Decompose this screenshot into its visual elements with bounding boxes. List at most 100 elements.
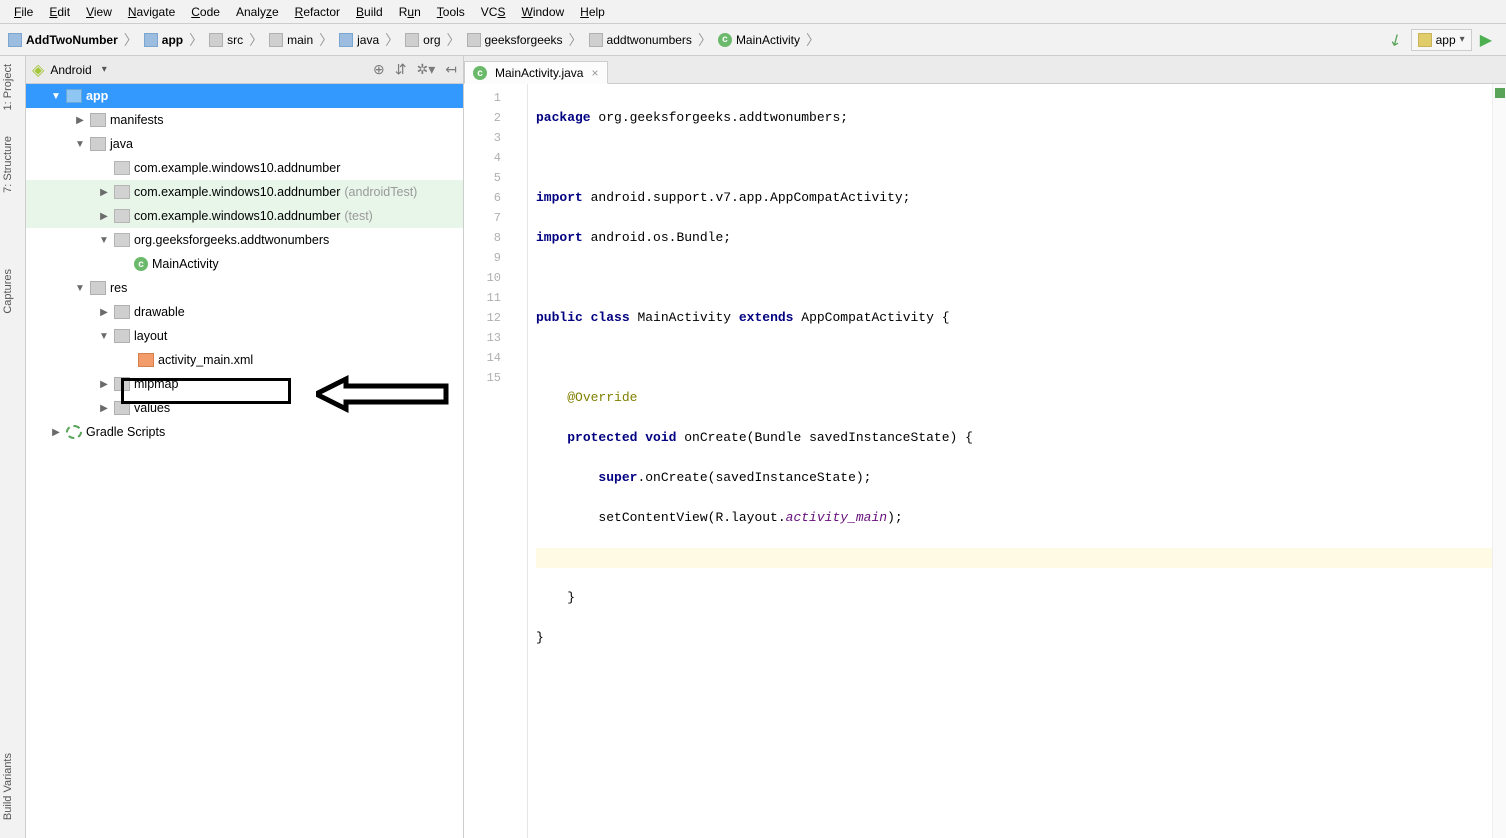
expand-toggle-icon[interactable]: ▶ <box>50 427 62 438</box>
tree-label: org.geeksforgeeks.addtwonumbers <box>134 233 329 247</box>
code-content[interactable]: package org.geeksforgeeks.addtwonumbers;… <box>528 84 1506 838</box>
menu-vcs[interactable]: VCS <box>473 3 514 21</box>
module-icon <box>8 33 22 47</box>
expand-toggle-icon[interactable]: ▶ <box>98 307 110 318</box>
expand-toggle-icon[interactable]: ▼ <box>98 331 110 342</box>
chevron-right-icon: 〉 <box>804 30 822 50</box>
crumb-geeksforgeeks[interactable]: geeksforgeeks <box>463 31 567 49</box>
crumb-java[interactable]: java <box>335 31 383 49</box>
menu-run[interactable]: Run <box>391 3 429 21</box>
line-number: 5 <box>464 168 527 188</box>
menu-view[interactable]: View <box>78 3 120 21</box>
error-stripe[interactable] <box>1492 84 1506 838</box>
tree-label: drawable <box>134 305 185 319</box>
project-tree[interactable]: ▼ app ▶ manifests ▼ java com.example.win… <box>26 84 463 838</box>
menu-navigate[interactable]: Navigate <box>120 3 183 21</box>
tree-node-java[interactable]: ▼ java <box>26 132 463 156</box>
project-tool-window: ◈ Android ▾ ⊕ ⇵ ✲▾ ↤ ▼ app ▶ manifests ▼… <box>26 56 464 838</box>
expand-toggle-icon[interactable]: ▶ <box>98 403 110 414</box>
tool-project[interactable]: 1: Project <box>0 56 16 118</box>
menu-tools[interactable]: Tools <box>429 3 473 21</box>
chevron-right-icon: 〉 <box>187 30 205 50</box>
crumb-project[interactable]: AddTwoNumber <box>4 31 122 49</box>
tree-label: com.example.windows10.addnumber <box>134 185 340 199</box>
chevron-down-icon[interactable]: ▾ <box>102 64 107 75</box>
crumb-src[interactable]: src <box>205 31 247 49</box>
tree-label: manifests <box>110 113 164 127</box>
folder-icon <box>90 113 106 127</box>
folder-icon <box>339 33 353 47</box>
menu-code[interactable]: Code <box>183 3 228 21</box>
crumb-main[interactable]: main <box>265 31 317 49</box>
crumb-label: MainActivity <box>736 33 800 47</box>
line-number: 2 <box>464 108 527 128</box>
tree-node-activity-main-xml[interactable]: activity_main.xml <box>26 348 463 372</box>
make-project-icon[interactable]: ↙ <box>1385 27 1407 51</box>
tree-node-pkg3[interactable]: ▶ com.example.windows10.addnumber (test) <box>26 204 463 228</box>
tree-node-gradle[interactable]: ▶ Gradle Scripts <box>26 420 463 444</box>
tree-node-pkg1[interactable]: com.example.windows10.addnumber <box>26 156 463 180</box>
tree-node-mainactivity[interactable]: c MainActivity <box>26 252 463 276</box>
chevron-right-icon: 〉 <box>567 30 585 50</box>
editor-tab-label: MainActivity.java <box>495 66 583 80</box>
class-icon: c <box>473 66 487 80</box>
project-mode-label[interactable]: Android <box>50 63 91 77</box>
code-editor[interactable]: 1 2 3 4 5 6 7 8 9 10 11 12 13 14 15 pack… <box>464 84 1506 838</box>
package-icon <box>114 233 130 247</box>
crumb-label: src <box>227 33 243 47</box>
menu-window[interactable]: Window <box>513 3 572 21</box>
run-button[interactable]: ▶ <box>1480 30 1492 50</box>
expand-toggle-icon[interactable]: ▼ <box>74 283 86 294</box>
tree-node-pkg2[interactable]: ▶ com.example.windows10.addnumber (andro… <box>26 180 463 204</box>
scroll-from-source-icon[interactable]: ⊕ <box>373 61 385 78</box>
menu-build[interactable]: Build <box>348 3 391 21</box>
tree-node-layout[interactable]: ▼ layout <box>26 324 463 348</box>
crumb-mainactivity[interactable]: cMainActivity <box>714 31 804 49</box>
crumb-app[interactable]: app <box>140 31 187 49</box>
menu-edit[interactable]: Edit <box>41 3 78 21</box>
line-number: 4 <box>464 148 527 168</box>
tree-node-manifests[interactable]: ▶ manifests <box>26 108 463 132</box>
tool-captures[interactable]: Captures <box>0 261 16 322</box>
crumb-label: org <box>423 33 440 47</box>
tool-label: 1: Project <box>2 64 14 110</box>
expand-toggle-icon[interactable]: ▶ <box>74 115 86 126</box>
tool-build-variants[interactable]: Build Variants <box>0 745 16 828</box>
breadcrumb: AddTwoNumber〉 app〉 src〉 main〉 java〉 org〉… <box>4 30 1389 50</box>
tree-node-values[interactable]: ▶ values <box>26 396 463 420</box>
folder-icon <box>114 305 130 319</box>
tool-structure[interactable]: 7: Structure <box>0 128 16 201</box>
toolbar-right: ↙ app ▾ ▶ <box>1389 29 1502 51</box>
expand-toggle-icon[interactable]: ▼ <box>98 235 110 246</box>
menu-refactor[interactable]: Refactor <box>287 3 348 21</box>
folder-icon <box>269 33 283 47</box>
chevron-right-icon: 〉 <box>383 30 401 50</box>
expand-toggle-icon[interactable]: ▶ <box>98 187 110 198</box>
line-number: 12 <box>464 308 527 328</box>
menu-help[interactable]: Help <box>572 3 613 21</box>
menu-analyze[interactable]: Analyze <box>228 3 287 21</box>
crumb-addtwonumbers[interactable]: addtwonumbers <box>585 31 696 49</box>
collapse-all-icon[interactable]: ⇵ <box>395 61 407 78</box>
editor-tab-mainactivity[interactable]: c MainActivity.java × <box>464 61 608 84</box>
close-tab-icon[interactable]: × <box>591 66 598 80</box>
run-config-dropdown[interactable]: app ▾ <box>1411 29 1472 51</box>
crumb-label: AddTwoNumber <box>26 33 118 47</box>
settings-icon[interactable]: ✲▾ <box>417 61 436 78</box>
expand-toggle-icon[interactable]: ▼ <box>50 91 62 102</box>
tree-node-pkg4[interactable]: ▼ org.geeksforgeeks.addtwonumbers <box>26 228 463 252</box>
editor-tabs: c MainActivity.java × <box>464 56 1506 84</box>
expand-toggle-icon[interactable]: ▼ <box>74 139 86 150</box>
expand-toggle-icon[interactable]: ▶ <box>98 379 110 390</box>
hide-icon[interactable]: ↤ <box>445 61 457 78</box>
crumb-org[interactable]: org <box>401 31 444 49</box>
editor-area: c MainActivity.java × 1 2 3 4 5 6 7 8 9 … <box>464 56 1506 838</box>
tree-node-app[interactable]: ▼ app <box>26 84 463 108</box>
folder-icon <box>467 33 481 47</box>
chevron-down-icon: ▾ <box>1460 34 1465 45</box>
tree-node-res[interactable]: ▼ res <box>26 276 463 300</box>
tree-node-mipmap[interactable]: ▶ mipmap <box>26 372 463 396</box>
tree-node-drawable[interactable]: ▶ drawable <box>26 300 463 324</box>
expand-toggle-icon[interactable]: ▶ <box>98 211 110 222</box>
menu-file[interactable]: File <box>6 3 41 21</box>
